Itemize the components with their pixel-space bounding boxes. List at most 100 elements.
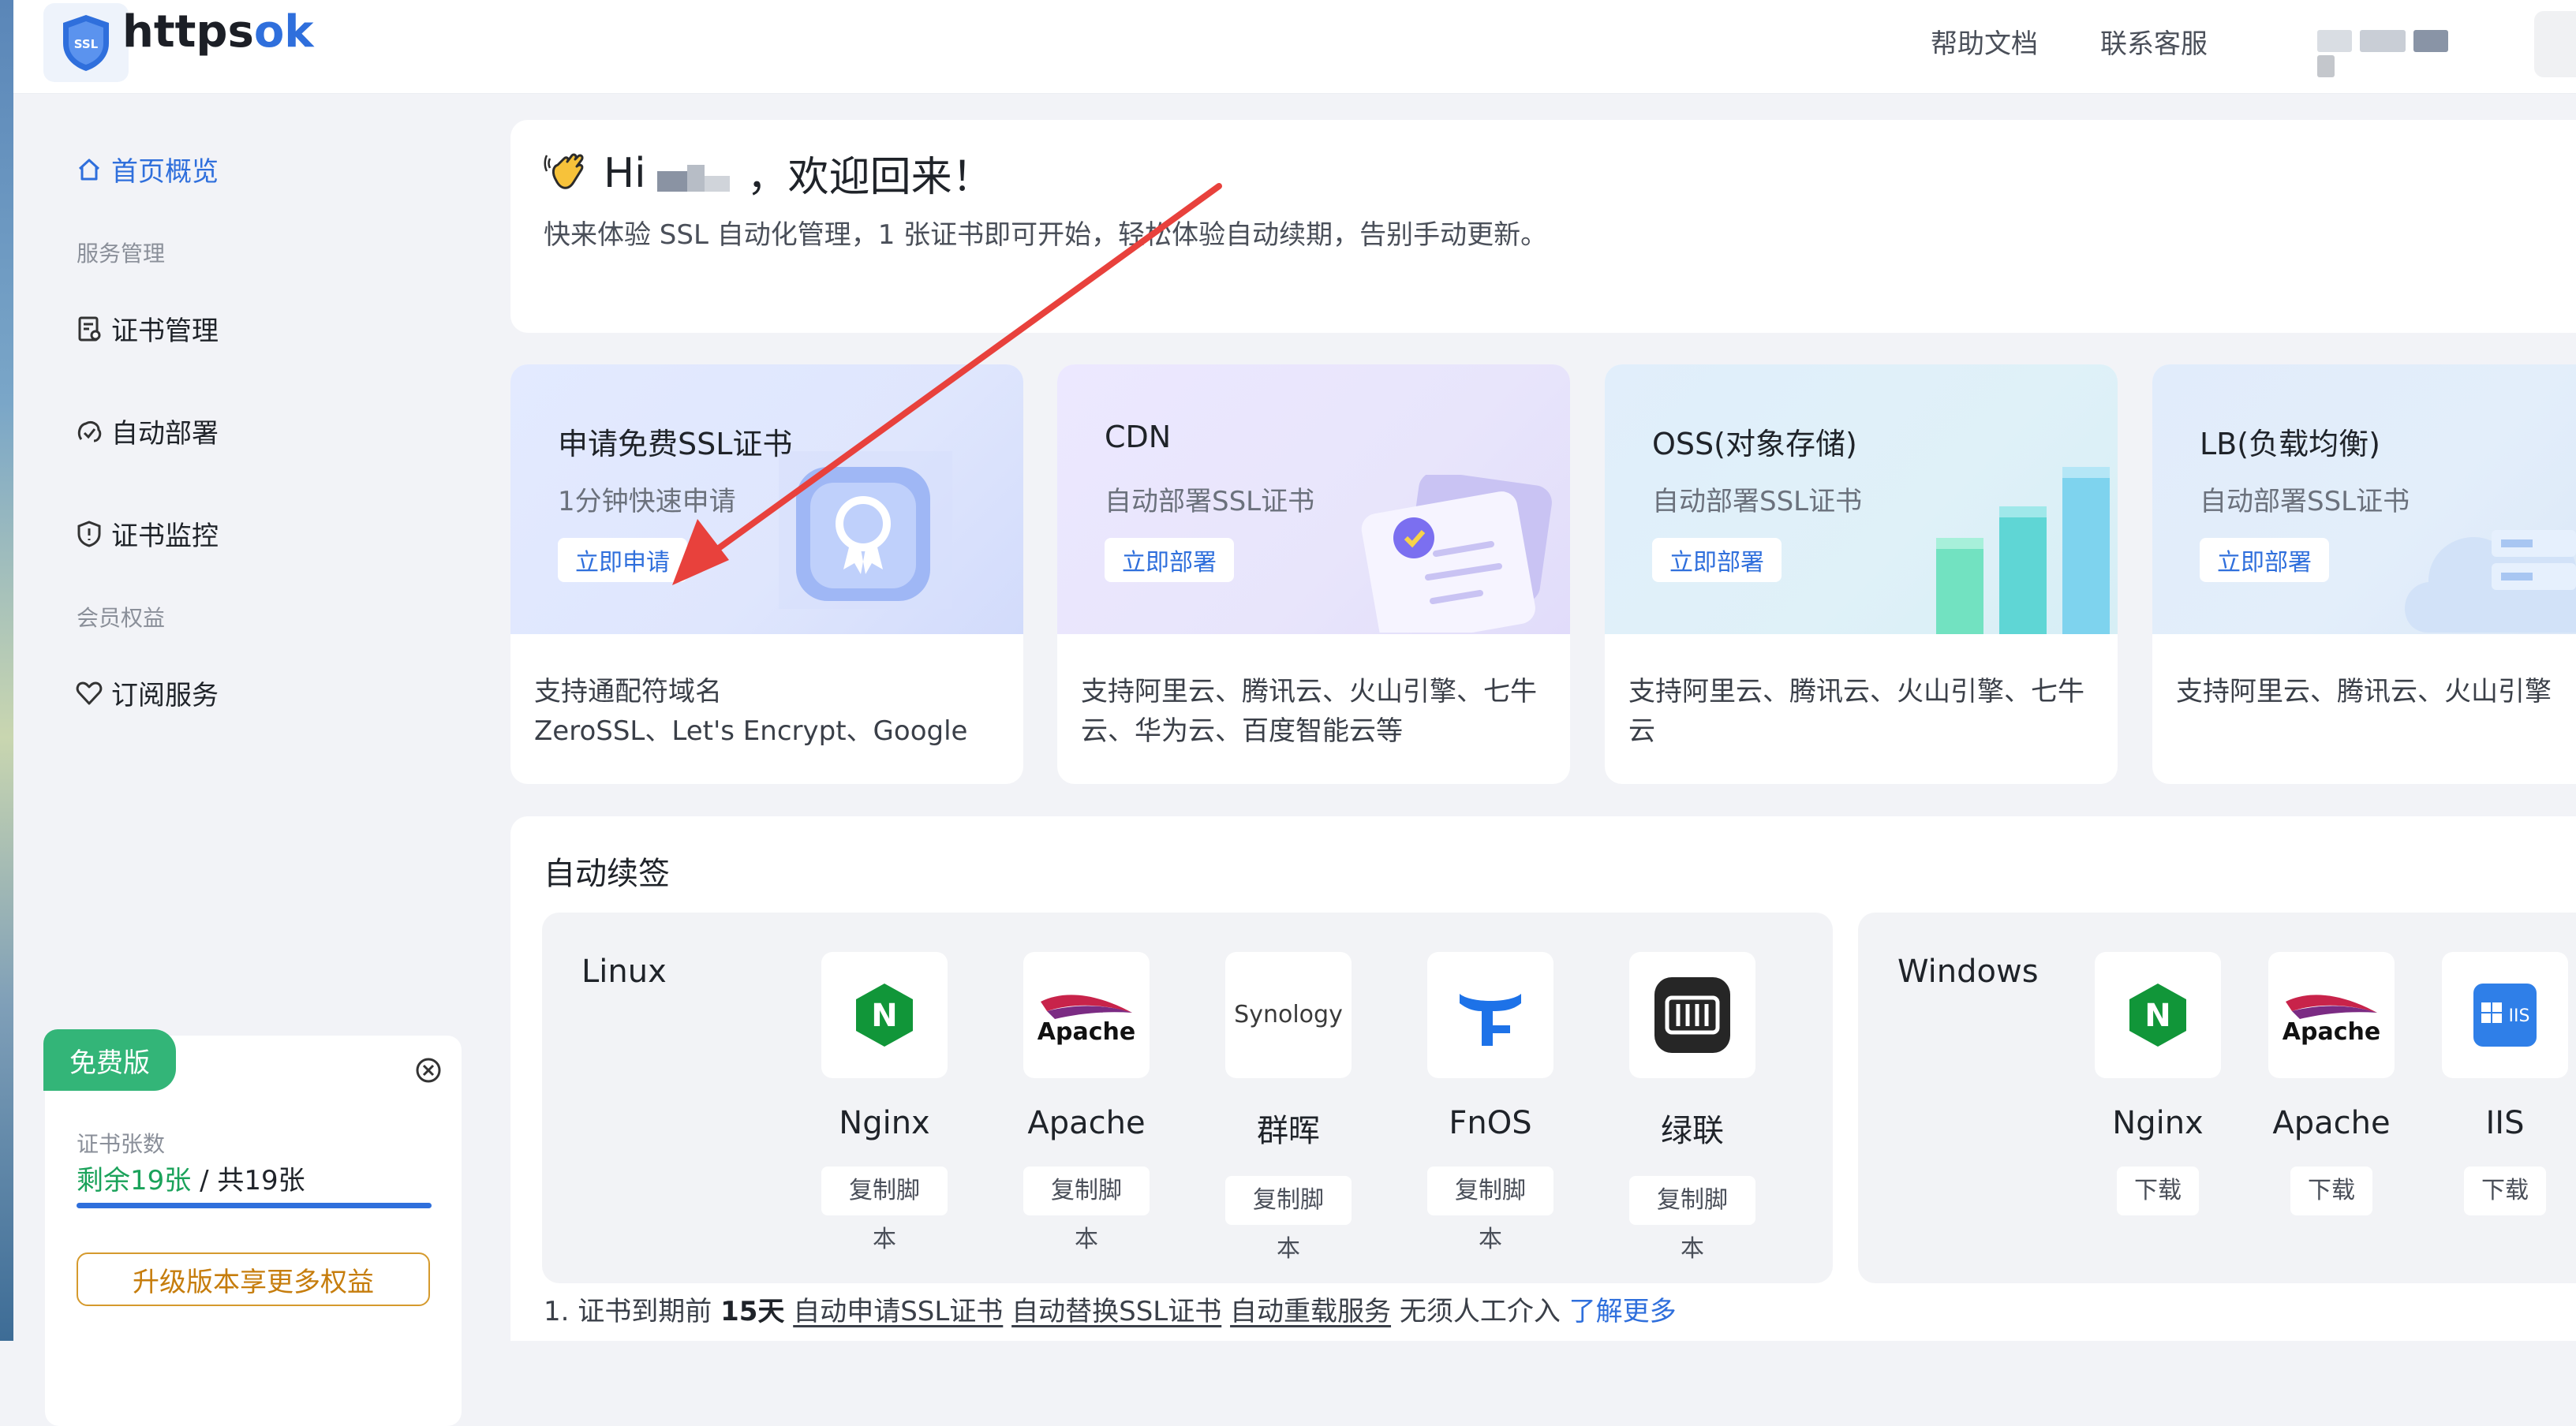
tool-synology: Synology 群晖 复制脚本 (1225, 952, 1352, 1263)
feature-description: 支持阿里云、腾讯云、火山引擎、七牛云 (1628, 676, 2084, 747)
certificate-document-illustration-icon (1361, 475, 1552, 633)
tool-name: 群晖 (1257, 1113, 1320, 1149)
sidebar-item-label: 自动部署 (111, 418, 219, 450)
welcome-heading: Hi ，欢迎回来！ (544, 144, 993, 203)
certificate-icon (78, 316, 101, 341)
tool-name: Nginx (839, 1105, 930, 1141)
note-auto-replace: 自动替换SSL证书 (1011, 1296, 1222, 1327)
feature-title: OSS(对象存储) (1652, 427, 1857, 461)
nginx-logo-letter: N (2144, 998, 2170, 1034)
help-docs-link[interactable]: 帮助文档 (1931, 22, 2038, 61)
sidebar-item-auto-deploy[interactable]: 自动部署 (75, 412, 219, 450)
sidebar-item-cert-monitor[interactable]: 证书监控 (75, 514, 219, 553)
feature-description: 支持通配符域名 ZeroSSL、Let's Encrypt、Google (534, 676, 968, 747)
brand-name[interactable]: httpsok (122, 6, 314, 58)
synology-logo-text: Synology (1234, 1001, 1343, 1028)
brand-main: https (122, 6, 254, 58)
welcome-greeting: ，欢迎回来！ (746, 154, 993, 201)
certificate-badge-illustration-icon (779, 451, 952, 609)
close-icon[interactable] (414, 1056, 443, 1084)
deploy-now-button[interactable]: 立即部署 (1105, 538, 1234, 582)
avatar[interactable] (2534, 11, 2576, 77)
cert-total: / 共19张 (191, 1165, 305, 1196)
download-button[interactable]: 下载 (2290, 1167, 2372, 1215)
plan-badge: 免费版 (43, 1029, 176, 1091)
sidebar-item-label: 证书监控 (111, 521, 219, 552)
tool-apache: Apache Apache 复制脚本 (1023, 952, 1150, 1253)
synology-icon: Synology (1225, 952, 1352, 1078)
contact-support-link[interactable]: 联系客服 (2100, 22, 2208, 61)
apache-logo-text: Apache (2283, 1018, 2380, 1046)
ugreen-icon (1629, 952, 1755, 1078)
learn-more-link[interactable]: 了解更多 (1569, 1296, 1677, 1327)
tool-name: Nginx (2112, 1105, 2204, 1141)
user-name-blurred[interactable] (2317, 30, 2467, 77)
tool-name: Apache (2272, 1105, 2391, 1141)
feature-title: LB(负载均衡) (2200, 427, 2380, 461)
feature-description: 支持阿里云、腾讯云、火山引擎、七牛云、华为云、百度智能云等 (1081, 676, 1537, 747)
note-prefix: 1. 证书到期前 (544, 1296, 721, 1327)
feature-description: 支持阿里云、腾讯云、火山引擎 (2176, 676, 2552, 707)
nginx-icon: N (821, 952, 948, 1078)
copy-script-button[interactable]: 复制脚本 (1629, 1176, 1755, 1263)
bar-chart-illustration-icon (1936, 467, 2110, 634)
download-button[interactable]: 下载 (2464, 1167, 2546, 1215)
nav-group-service: 服务管理 (77, 241, 166, 267)
brand-logo-icon[interactable]: SSL (43, 3, 129, 82)
download-button[interactable]: 下载 (2117, 1167, 2199, 1215)
brand-accent: ok (253, 6, 314, 58)
deploy-now-button[interactable]: 立即部署 (1652, 538, 1782, 582)
copy-script-button[interactable]: 复制脚本 (821, 1167, 948, 1253)
feature-card-oss[interactable]: OSS(对象存储) 自动部署SSL证书 立即部署 支持阿里云、腾讯云、火山引擎、… (1605, 364, 2118, 784)
tool-name: IIS (2485, 1105, 2525, 1141)
copy-script-button[interactable]: 复制脚本 (1427, 1167, 1553, 1253)
os-name: Windows (1897, 954, 2039, 990)
feature-subtitle: 1分钟快速申请 (558, 486, 736, 517)
deploy-icon (77, 420, 102, 442)
copy-script-button[interactable]: 复制脚本 (1225, 1176, 1352, 1263)
feature-subtitle: 自动部署SSL证书 (1652, 486, 1863, 517)
logo-text: SSL (74, 37, 99, 51)
feature-card-cdn[interactable]: CDN 自动部署SSL证书 立即部署 支持阿里云、腾讯云、火山引擎、七牛云、华为… (1057, 364, 1570, 784)
home-icon (78, 159, 100, 180)
note-auto-apply: 自动申请SSL证书 (793, 1296, 1004, 1327)
copy-script-button[interactable]: 复制脚本 (1023, 1167, 1150, 1253)
cert-remaining: 剩余19张 (77, 1165, 192, 1196)
tool-nginx-windows: N Nginx 下载 (2095, 952, 2221, 1215)
feature-subtitle: 自动部署SSL证书 (1105, 486, 1315, 517)
nav-group-member: 会员权益 (77, 605, 166, 631)
tool-fnos: FnOS 复制脚本 (1427, 952, 1553, 1253)
apache-icon: Apache (1023, 952, 1150, 1078)
renew-note: 1. 证书到期前 15天 自动申请SSL证书 自动替换SSL证书 自动重载服务 … (544, 1290, 1677, 1328)
desktop-background-strip (0, 0, 13, 1341)
tool-iis: IIS IIS 下载 (2442, 952, 2568, 1215)
waving-hand-icon (544, 152, 584, 189)
user-name-blurred (656, 156, 736, 192)
apache-icon: Apache (2268, 952, 2395, 1078)
sidebar-item-home[interactable]: 首页概览 (75, 150, 219, 189)
sidebar-item-subscription[interactable]: 订阅服务 (75, 674, 219, 712)
tool-name: 绿联 (1661, 1113, 1724, 1149)
feature-card-lb[interactable]: LB(负载均衡) 自动部署SSL证书 立即部署 支持阿里云、腾讯云、火山引擎 (2152, 364, 2576, 784)
iis-logo-text: IIS (2509, 1006, 2530, 1026)
tool-name: Apache (1027, 1105, 1146, 1141)
sidebar-item-cert-management[interactable]: 证书管理 (75, 309, 219, 348)
tool-name: FnOS (1449, 1105, 1532, 1141)
welcome-card: Hi ，欢迎回来！ 快来体验 SSL 自动化管理，1 张证书即可开始，轻松体验自… (510, 120, 2576, 333)
nginx-icon: N (2095, 952, 2221, 1078)
note-days: 15天 (720, 1296, 785, 1327)
cert-count-label: 证书张数 (77, 1131, 166, 1157)
deploy-now-button[interactable]: 立即部署 (2200, 538, 2329, 582)
apache-logo-text: Apache (1038, 1018, 1135, 1046)
fnos-icon (1427, 952, 1553, 1078)
feature-card-free-ssl[interactable]: 申请免费SSL证书 1分钟快速申请 立即申请 支持通配符域名 ZeroSSL、L… (510, 364, 1023, 784)
server-cloud-illustration-icon (2405, 530, 2576, 633)
sidebar-item-label: 首页概览 (111, 156, 219, 188)
upgrade-button[interactable]: 升级版本享更多权益 (77, 1252, 430, 1306)
iis-icon: IIS (2442, 952, 2568, 1078)
sidebar: 首页概览 服务管理 证书管理 自动部署 证书监控 会员权益 订阅服务 免费版 证… (13, 93, 479, 1426)
apply-now-button[interactable]: 立即申请 (558, 538, 687, 582)
top-bar: SSL httpsok 帮助文档 联系客服 (13, 0, 2576, 94)
os-name: Linux (581, 954, 667, 990)
welcome-hi: Hi (604, 149, 646, 197)
